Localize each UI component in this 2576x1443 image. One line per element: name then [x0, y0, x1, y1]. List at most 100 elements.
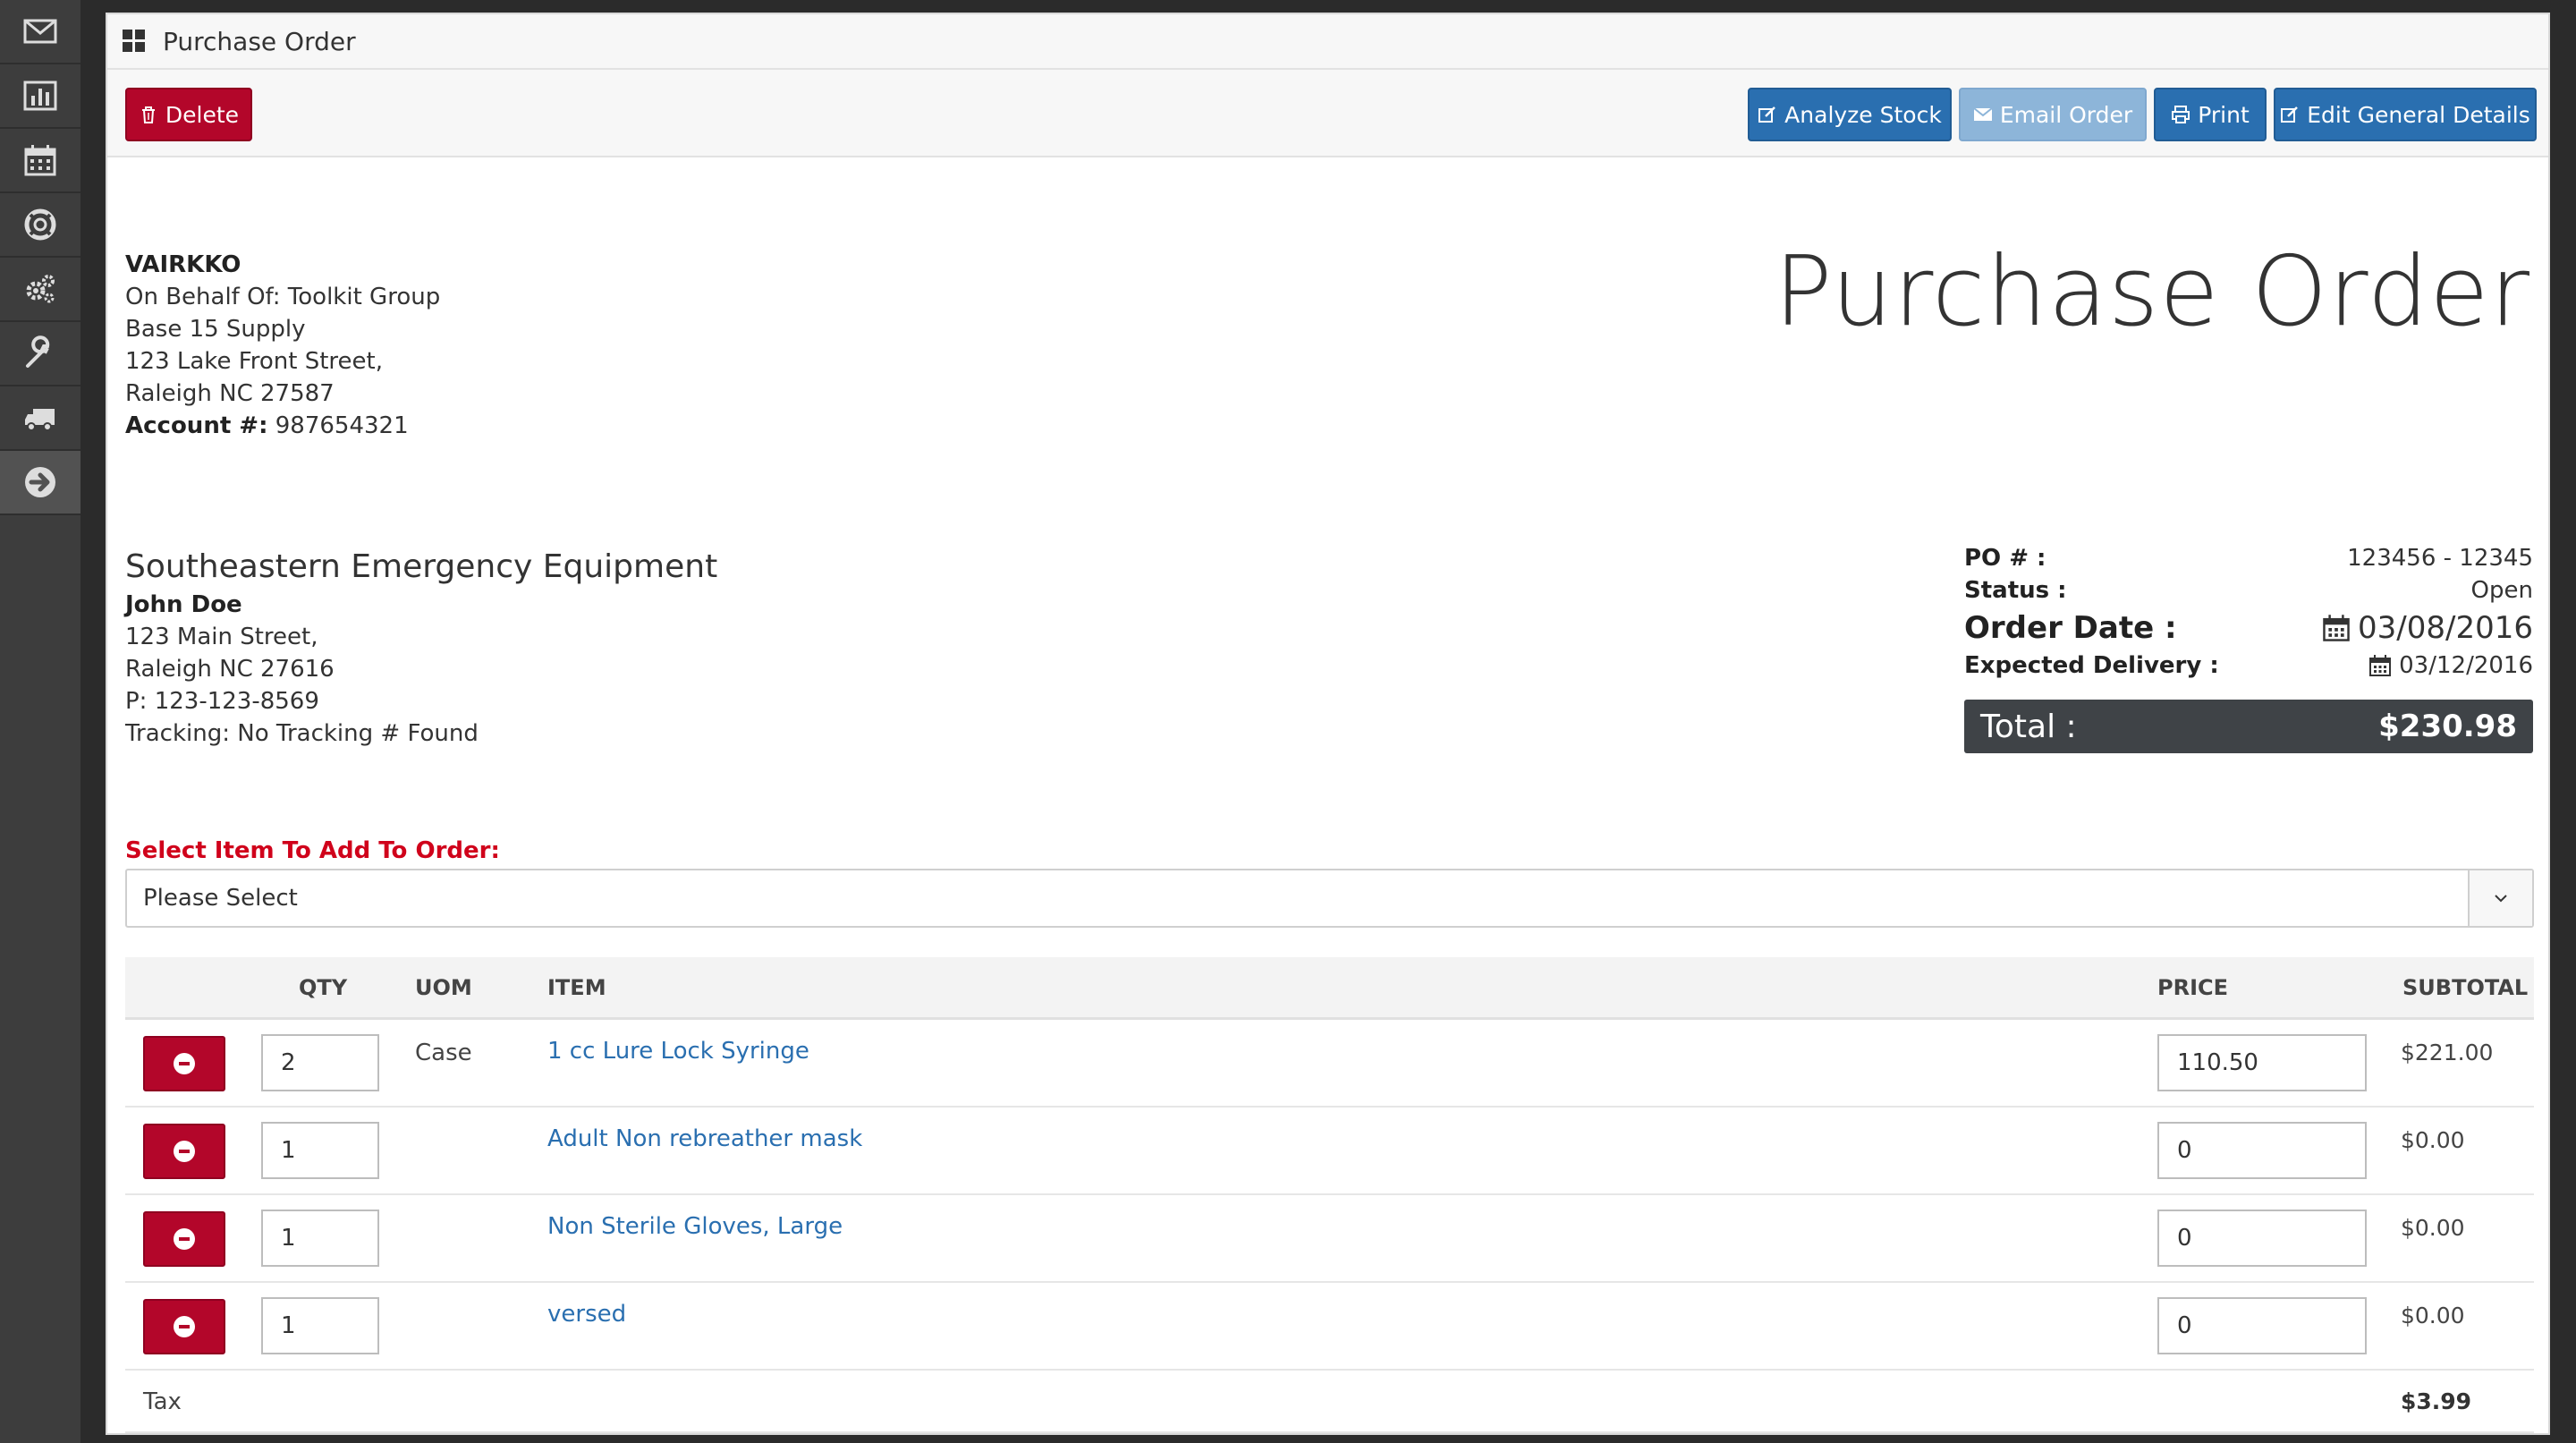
arrow-right-icon	[25, 467, 55, 497]
table-header: QTY UOM ITEM PRICE SUBTOTAL	[125, 957, 2534, 1020]
email-order-label: Email Order	[1999, 101, 2133, 128]
col-subtotal: SUBTOTAL	[2402, 975, 2529, 1000]
vendor-supplier: Base 15 Supply	[125, 316, 306, 343]
edit-general-details-button[interactable]: Edit General Details	[2274, 88, 2537, 141]
email-order-button[interactable]: Email Order	[1959, 88, 2147, 141]
document-title: Purchase Order	[1774, 236, 2530, 348]
analyze-stock-button[interactable]: Analyze Stock	[1748, 88, 1952, 141]
delete-button[interactable]: Delete	[125, 88, 252, 141]
mail-icon	[23, 19, 57, 44]
subtotal-value: $0.00	[2401, 1303, 2465, 1328]
expected-delivery-label: Expected Delivery :	[1964, 652, 2219, 679]
table-row: Adult Non rebreather mask $0.00	[125, 1108, 2534, 1195]
status-row: Status : Open	[1964, 574, 2533, 607]
purchase-order-panel: Purchase Order Delete Analyze Stock Emai…	[106, 13, 2550, 1435]
qty-input[interactable]	[261, 1210, 379, 1267]
lifebuoy-icon	[24, 208, 56, 241]
col-uom: UOM	[415, 975, 472, 1000]
delete-label: Delete	[165, 101, 240, 128]
price-input[interactable]	[2157, 1122, 2367, 1179]
table-row: Case 1 cc Lure Lock Syringe $221.00	[125, 1020, 2534, 1108]
grid-icon	[123, 30, 145, 52]
print-button[interactable]: Print	[2154, 88, 2267, 141]
order-meta: PO # : 123456 - 12345 Status : Open Orde…	[1964, 542, 2533, 753]
remove-item-button[interactable]	[143, 1299, 225, 1354]
expected-delivery: 03/12/2016	[2368, 652, 2533, 679]
qty-input[interactable]	[261, 1297, 379, 1354]
sidebar-item-support[interactable]	[0, 193, 80, 258]
status-value: Open	[2470, 577, 2533, 604]
sidebar-item-settings[interactable]	[0, 258, 80, 322]
vendor-name: VAIRKKO	[125, 251, 242, 278]
sidebar-item-mail[interactable]	[0, 0, 80, 64]
ship-to-city: Raleigh NC 27616	[125, 656, 335, 683]
edit-icon	[2281, 106, 2299, 123]
dropdown-toggle[interactable]	[2468, 870, 2532, 926]
ship-to-contact: John Doe	[125, 591, 242, 618]
select-item-dropdown[interactable]: Please Select	[125, 869, 2534, 928]
panel-title: Purchase Order	[163, 26, 356, 56]
expected-delivery-row: Expected Delivery : 03/12/2016	[1964, 649, 2533, 682]
ship-to-tracking: Tracking: No Tracking # Found	[125, 720, 479, 747]
total-box: Total : $230.98	[1964, 700, 2533, 753]
order-items-table: QTY UOM ITEM PRICE SUBTOTAL Case 1 cc Lu…	[125, 957, 2534, 1433]
price-input[interactable]	[2157, 1210, 2367, 1267]
tax-value: $3.99	[2401, 1388, 2472, 1414]
sidebar-item-next[interactable]	[0, 451, 80, 515]
vendor-city: Raleigh NC 27587	[125, 380, 335, 407]
bar-chart-icon	[23, 81, 57, 111]
edit-general-details-label: Edit General Details	[2307, 101, 2530, 128]
minus-circle-icon	[174, 1316, 195, 1337]
account-label: Account #:	[125, 412, 268, 439]
vendor-on-behalf: On Behalf Of: Toolkit Group	[125, 284, 441, 310]
printer-icon	[2172, 106, 2190, 123]
status-label: Status :	[1964, 577, 2067, 604]
col-item: ITEM	[547, 975, 606, 1000]
order-date-label: Order Date :	[1964, 610, 2177, 646]
minus-circle-icon	[174, 1053, 195, 1074]
vendor-street: 123 Lake Front Street,	[125, 348, 383, 375]
sidebar-item-tools[interactable]	[0, 322, 80, 386]
item-link[interactable]: Adult Non rebreather mask	[547, 1125, 862, 1152]
total-value: $230.98	[2378, 709, 2517, 744]
calendar-icon	[2323, 615, 2350, 641]
col-qty: QTY	[299, 975, 348, 1000]
subtotal-value: $0.00	[2401, 1127, 2465, 1153]
po-value: 123456 - 12345	[2347, 545, 2533, 572]
po-number-row: PO # : 123456 - 12345	[1964, 542, 2533, 574]
ship-to-address: Southeastern Emergency Equipment John Do…	[125, 546, 717, 750]
table-row: Non Sterile Gloves, Large $0.00	[125, 1195, 2534, 1283]
item-link[interactable]: 1 cc Lure Lock Syringe	[547, 1038, 809, 1065]
ship-to-phone: P: 123-123-8569	[125, 688, 319, 715]
vendor-address: VAIRKKO On Behalf Of: Toolkit Group Base…	[125, 249, 440, 442]
remove-item-button[interactable]	[143, 1036, 225, 1091]
edit-icon	[1758, 106, 1776, 123]
po-label: PO # :	[1964, 545, 2046, 572]
panel-header: Purchase Order	[107, 14, 2548, 70]
analyze-stock-label: Analyze Stock	[1784, 101, 1942, 128]
remove-item-button[interactable]	[143, 1211, 225, 1267]
qty-input[interactable]	[261, 1034, 379, 1091]
account-value: 987654321	[267, 412, 409, 439]
sidebar	[0, 0, 80, 1443]
minus-circle-icon	[174, 1228, 195, 1250]
item-link[interactable]: Non Sterile Gloves, Large	[547, 1213, 843, 1240]
subtotal-value: $0.00	[2401, 1215, 2465, 1241]
table-row: versed $0.00	[125, 1283, 2534, 1371]
sidebar-item-reports[interactable]	[0, 64, 80, 129]
uom-value: Case	[415, 1040, 472, 1066]
ship-to-street: 123 Main Street,	[125, 624, 318, 650]
price-input[interactable]	[2157, 1297, 2367, 1354]
price-input[interactable]	[2157, 1034, 2367, 1091]
ship-to-company: Southeastern Emergency Equipment	[125, 548, 718, 585]
item-link[interactable]: versed	[547, 1301, 626, 1328]
sidebar-item-shipping[interactable]	[0, 386, 80, 451]
sidebar-item-calendar[interactable]	[0, 129, 80, 193]
order-date: 03/08/2016	[2322, 610, 2533, 646]
qty-input[interactable]	[261, 1122, 379, 1179]
remove-item-button[interactable]	[143, 1124, 225, 1179]
gears-icon	[26, 275, 55, 303]
select-item-value: Please Select	[143, 885, 298, 912]
calendar-icon	[24, 145, 56, 176]
order-date-row: Order Date : 03/08/2016	[1964, 607, 2533, 649]
